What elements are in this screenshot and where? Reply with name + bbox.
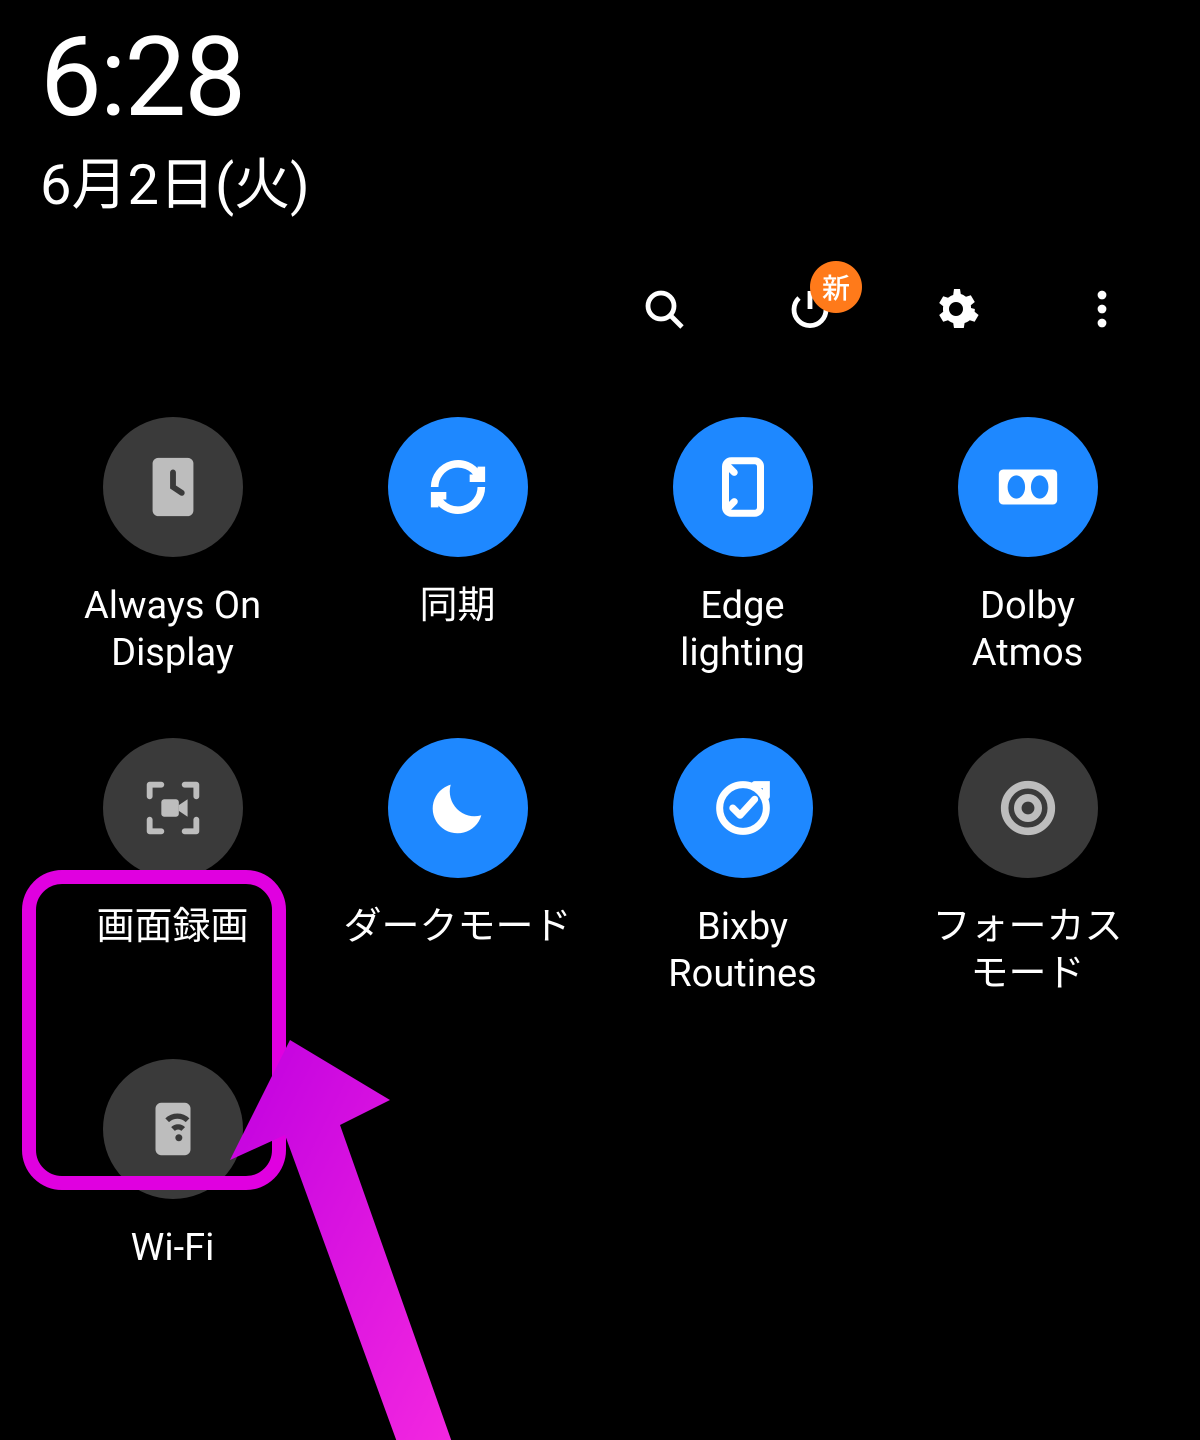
search-button[interactable] (636, 281, 692, 337)
tile-dolby-atmos[interactable]: Dolby Atmos (885, 417, 1170, 678)
tile-circle (673, 738, 813, 878)
more-button[interactable] (1074, 281, 1130, 337)
quick-settings-grid: Always On Display 同期 Edge lighting (0, 337, 1200, 1273)
moon-icon (423, 773, 493, 843)
tile-circle (103, 738, 243, 878)
edge-lighting-icon (708, 452, 778, 522)
tile-always-on-display[interactable]: Always On Display (30, 417, 315, 678)
tile-circle (103, 417, 243, 557)
sync-icon (423, 452, 493, 522)
tile-focus-mode[interactable]: フォーカス モード (885, 738, 1170, 999)
status-area: 6:28 6月2日(火) (0, 0, 1200, 221)
tile-label: 同期 (419, 583, 495, 631)
tile-circle (958, 417, 1098, 557)
tile-sync[interactable]: 同期 (315, 417, 600, 678)
tile-label: Dolby Atmos (972, 583, 1084, 678)
tile-label: ダークモード (343, 904, 571, 952)
tile-label: Wi-Fi (131, 1225, 215, 1273)
tile-circle (103, 1059, 243, 1199)
search-icon (640, 285, 688, 333)
tile-circle (673, 417, 813, 557)
clock-time: 6:28 (40, 20, 1160, 136)
settings-button[interactable] (928, 281, 984, 337)
tile-wifi[interactable]: Wi-Fi (30, 1059, 315, 1273)
tile-circle (958, 738, 1098, 878)
action-bar: 新 (0, 221, 1200, 337)
tile-dark-mode[interactable]: ダークモード (315, 738, 600, 999)
bixby-routines-icon (708, 773, 778, 843)
power-button[interactable]: 新 (782, 281, 838, 337)
tile-label: Bixby Routines (668, 904, 816, 999)
clock-date: 6月2日(火) (40, 140, 1160, 221)
tile-bixby-routines[interactable]: Bixby Routines (600, 738, 885, 999)
focus-icon (993, 773, 1063, 843)
tile-label: Edge lighting (680, 583, 805, 678)
gear-icon (932, 285, 980, 333)
tile-label: フォーカス モード (932, 904, 1122, 999)
tile-label: 画面録画 (96, 904, 248, 952)
tile-edge-lighting[interactable]: Edge lighting (600, 417, 885, 678)
tile-circle (388, 738, 528, 878)
new-badge: 新 (810, 261, 862, 313)
wifi-device-icon (138, 1094, 208, 1164)
tile-label: Always On Display (84, 583, 261, 678)
more-vertical-icon (1078, 285, 1126, 333)
dolby-icon (993, 452, 1063, 522)
tile-screen-record[interactable]: 画面録画 (30, 738, 315, 999)
screen-record-icon (138, 773, 208, 843)
tile-circle (388, 417, 528, 557)
aod-icon (138, 452, 208, 522)
